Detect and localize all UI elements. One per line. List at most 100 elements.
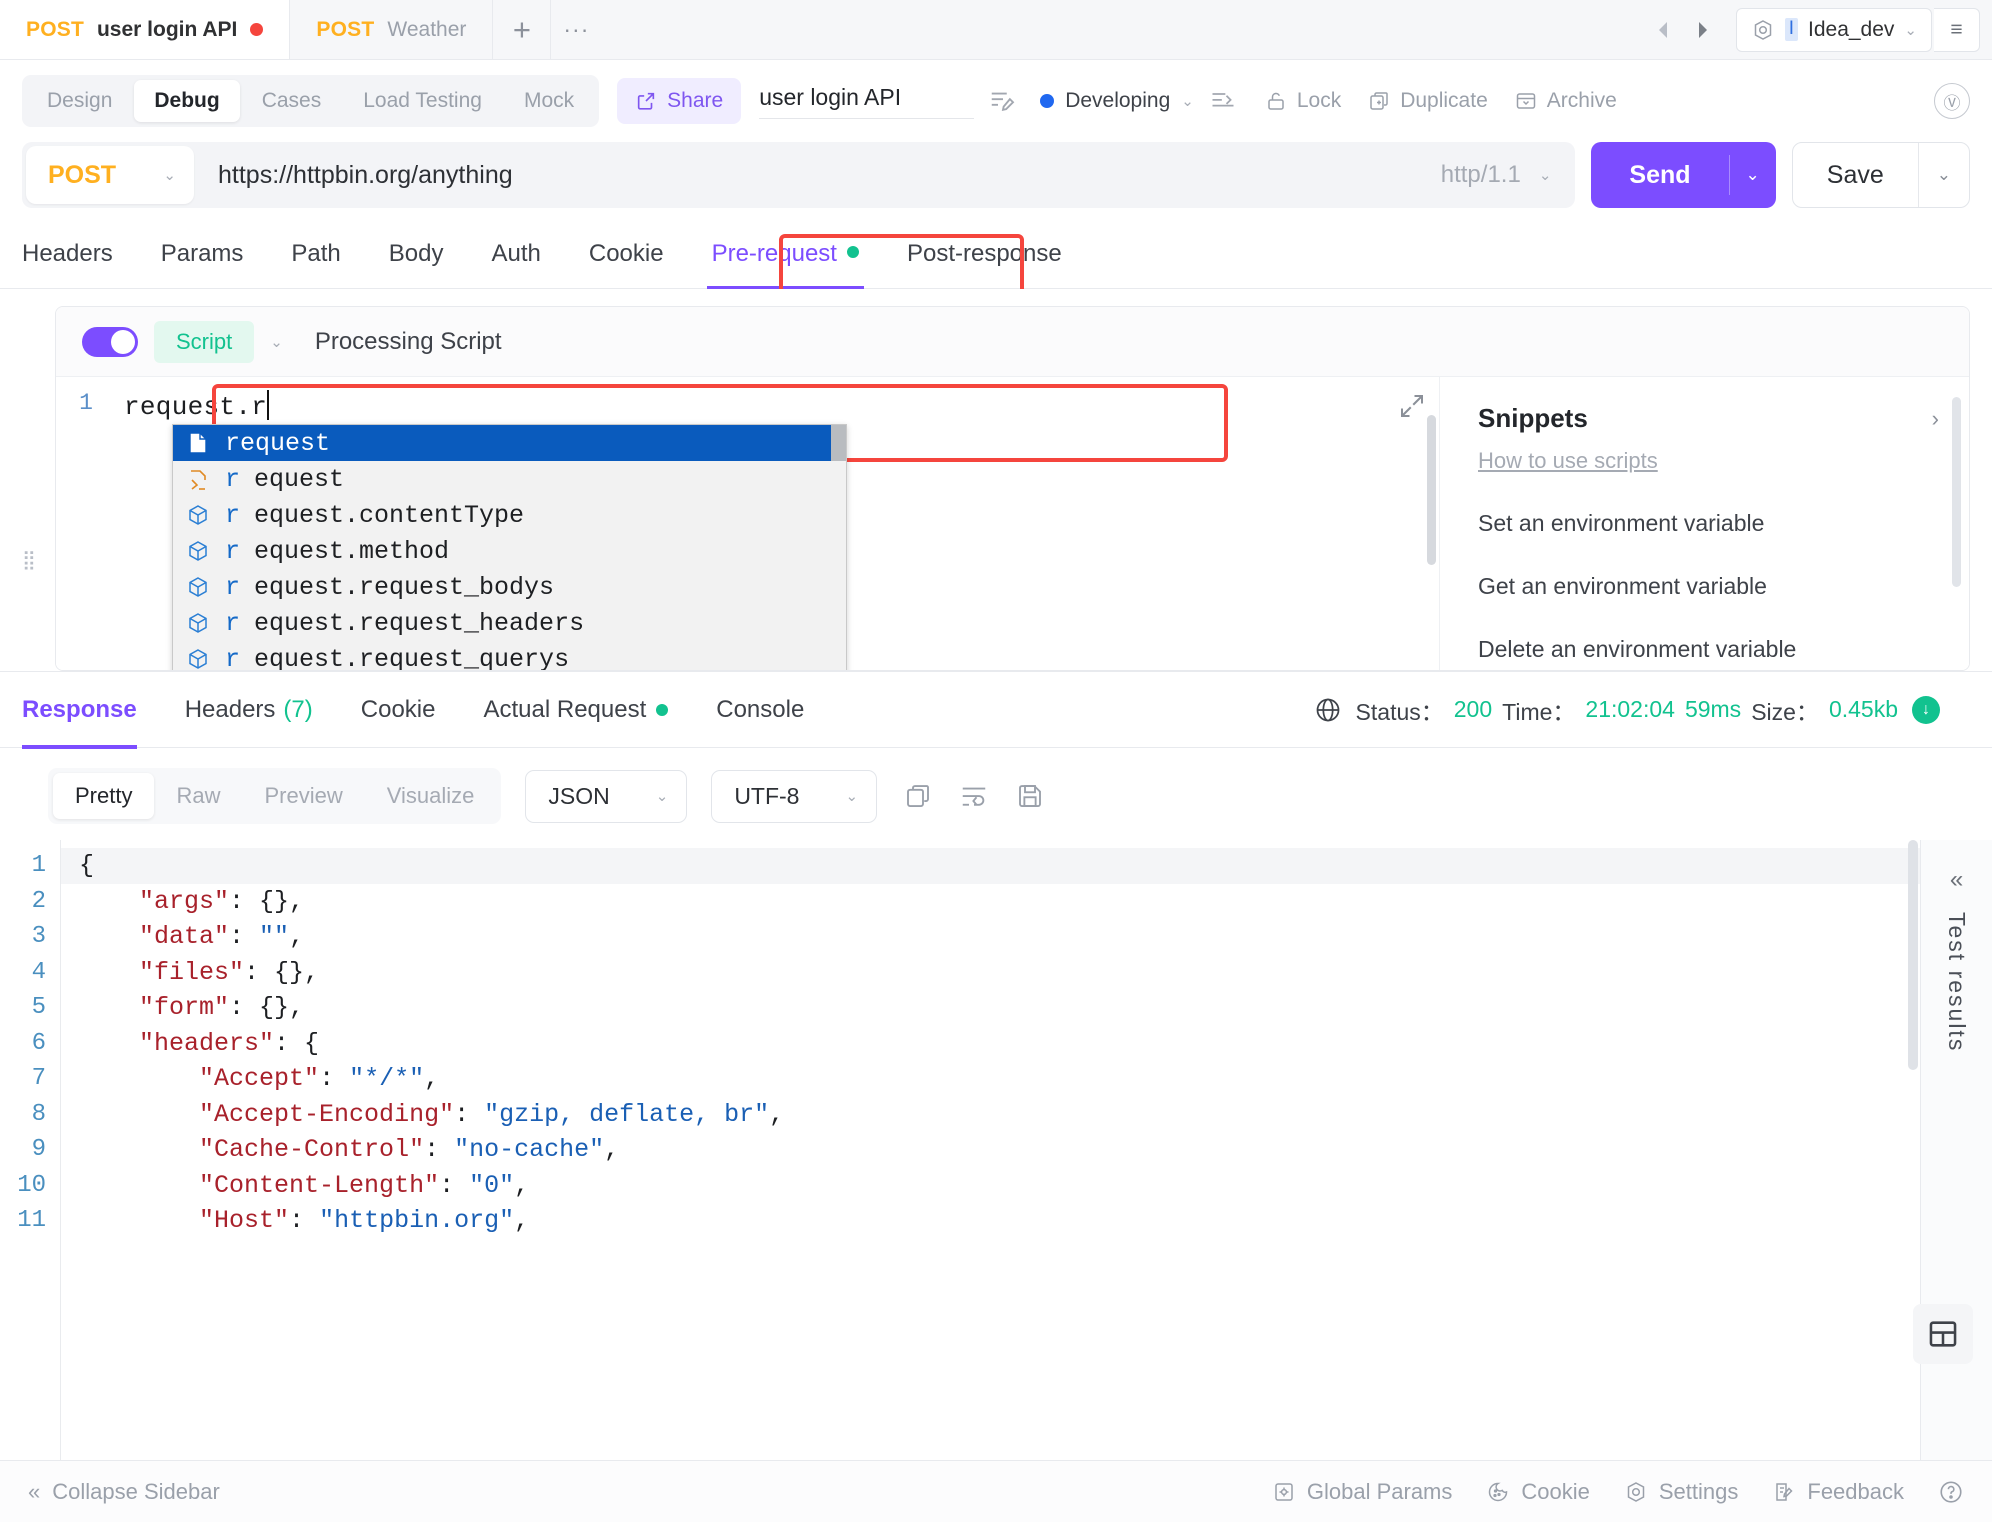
tab-debug[interactable]: Debug [134, 80, 239, 122]
lock-button[interactable]: Lock [1264, 89, 1341, 113]
snippets-scrollbar[interactable] [1952, 397, 1961, 587]
line-number: 9 [0, 1132, 46, 1168]
help-icon [1938, 1479, 1964, 1505]
tab-cookie[interactable]: Cookie [589, 230, 664, 288]
tab-response-headers[interactable]: Headers(7) [185, 672, 313, 748]
line-number: 1 [0, 848, 46, 884]
send-button[interactable]: Send [1591, 161, 1728, 190]
settings-button[interactable]: Settings [1624, 1479, 1739, 1505]
duplicate-button[interactable]: Duplicate [1367, 89, 1488, 113]
how-to-use-scripts-link[interactable]: How to use scripts [1478, 448, 1658, 474]
tab-body[interactable]: Body [389, 230, 444, 288]
request-tab-weather[interactable]: POST Weather [290, 0, 493, 59]
share-button[interactable]: Share [617, 78, 741, 124]
layout-toggle-button[interactable] [1913, 1304, 1973, 1364]
feedback-button[interactable]: Feedback [1772, 1479, 1904, 1505]
tab-post-response[interactable]: Post-response [907, 230, 1062, 288]
panel-resize-handle[interactable]: ⣿ [22, 554, 37, 567]
feedback-icon [1772, 1480, 1796, 1504]
editor-scrollbar[interactable] [1427, 415, 1436, 565]
snippet-set-env-var[interactable]: Set an environment variable [1478, 510, 1939, 537]
snippet-delete-env-var[interactable]: Delete an environment variable [1478, 636, 1939, 663]
script-type-chip[interactable]: Script [154, 321, 254, 363]
environment-selector[interactable]: I Idea_dev ⌄ [1736, 8, 1932, 52]
tab-cases[interactable]: Cases [242, 80, 342, 122]
chevron-down-icon[interactable]: ⌄ [270, 333, 283, 351]
http-version-select[interactable]: http/1.1 ⌄ [1441, 161, 1576, 189]
view-mode-pretty[interactable]: Pretty [53, 773, 154, 819]
autocomplete-item[interactable]: request [173, 461, 846, 497]
test-results-rail[interactable]: « Test results [1920, 840, 1992, 1460]
autocomplete-item[interactable]: request.request_bodys [173, 569, 846, 605]
autocomplete-item[interactable]: request.method [173, 533, 846, 569]
autocomplete-item[interactable]: request [173, 425, 846, 461]
request-tab-user-login-api[interactable]: POST user login API [0, 0, 290, 59]
tab-bar-right-controls: I Idea_dev ⌄ ≡ [1644, 0, 1992, 59]
code-line-1[interactable]: request.r [116, 390, 1439, 422]
autocomplete-dropdown[interactable]: request request [172, 424, 847, 671]
wrap-lines-icon[interactable] [959, 781, 989, 811]
autocomplete-item[interactable]: request.contentType [173, 497, 846, 533]
new-tab-button[interactable]: + [493, 0, 551, 59]
tab-pre-request[interactable]: Pre-request [712, 230, 859, 288]
line-number: 5 [0, 990, 46, 1026]
tab-method-label: POST [26, 18, 84, 42]
request-status-selector[interactable]: Developing ⌄ [1040, 89, 1194, 113]
url-input[interactable]: https://httpbin.org/anything [198, 161, 1441, 190]
save-options-button[interactable]: ⌄ [1919, 165, 1969, 185]
tab-design[interactable]: Design [27, 80, 132, 122]
http-method-select[interactable]: POST ⌄ [26, 146, 194, 204]
tab-actual-request[interactable]: Actual Request [483, 672, 668, 748]
tab-overflow-button[interactable]: ··· [551, 0, 601, 59]
view-mode-preview[interactable]: Preview [242, 773, 364, 819]
tab-path[interactable]: Path [291, 230, 340, 288]
cookie-button[interactable]: Cookie [1486, 1479, 1589, 1505]
line-number: 8 [0, 1097, 46, 1133]
tab-console[interactable]: Console [716, 672, 804, 748]
size-value: 0.45kb [1829, 696, 1898, 723]
archive-button[interactable]: Archive [1514, 89, 1617, 113]
tab-response-cookie[interactable]: Cookie [361, 672, 436, 748]
json-token: , [769, 1100, 784, 1129]
save-response-icon[interactable] [1015, 781, 1045, 811]
collapse-sidebar-button[interactable]: « Collapse Sidebar [28, 1479, 220, 1505]
view-mode-visualize[interactable]: Visualize [365, 773, 497, 819]
view-mode-raw[interactable]: Raw [154, 773, 242, 819]
tab-load-testing[interactable]: Load Testing [343, 80, 502, 122]
tab-params[interactable]: Params [161, 230, 244, 288]
snippet-get-env-var[interactable]: Get an environment variable [1478, 573, 1939, 600]
response-scrollbar[interactable] [1908, 840, 1918, 1070]
move-request-icon[interactable] [1208, 87, 1238, 115]
snippets-title: Snippets [1478, 403, 1588, 434]
script-enabled-toggle[interactable] [82, 327, 138, 357]
verify-icon[interactable]: Ⓥ [1934, 83, 1970, 119]
response-json-content[interactable]: { "args": {}, "data": "", "files": {}, "… [60, 840, 1920, 1460]
collapse-chevron-icon[interactable]: « [1950, 866, 1963, 894]
nav-forward-button[interactable] [1684, 11, 1722, 49]
autocomplete-scrollbar[interactable] [831, 425, 846, 461]
save-button[interactable]: Save [1793, 161, 1918, 190]
edit-description-icon[interactable] [988, 86, 1018, 116]
request-name-field[interactable]: user login API [759, 84, 974, 119]
tab-response[interactable]: Response [22, 672, 137, 748]
chevron-down-icon: ⌄ [656, 787, 669, 805]
chevron-right-icon[interactable]: › [1932, 406, 1939, 432]
help-button[interactable] [1938, 1479, 1964, 1505]
chevron-down-icon: ⌄ [1539, 166, 1552, 184]
response-encoding-select[interactable]: UTF-8 ⌄ [711, 770, 877, 823]
tab-mock[interactable]: Mock [504, 80, 594, 122]
expand-editor-icon[interactable] [1397, 391, 1427, 421]
script-code-editor[interactable]: 1 request.r [56, 377, 1439, 671]
autocomplete-item[interactable]: request.request_querys [173, 641, 846, 671]
response-format-select[interactable]: JSON ⌄ [525, 770, 687, 823]
send-options-button[interactable]: ⌄ [1730, 165, 1776, 185]
global-params-button[interactable]: Global Params [1272, 1479, 1453, 1505]
menu-hamburger-button[interactable]: ≡ [1934, 8, 1980, 52]
tab-headers[interactable]: Headers [22, 230, 113, 288]
download-icon[interactable]: ↓ [1912, 696, 1940, 724]
copy-response-icon[interactable] [903, 781, 933, 811]
autocomplete-item[interactable]: request.request_headers [173, 605, 846, 641]
nav-back-button[interactable] [1644, 11, 1682, 49]
line-number: 10 [0, 1168, 46, 1204]
tab-auth[interactable]: Auth [491, 230, 540, 288]
